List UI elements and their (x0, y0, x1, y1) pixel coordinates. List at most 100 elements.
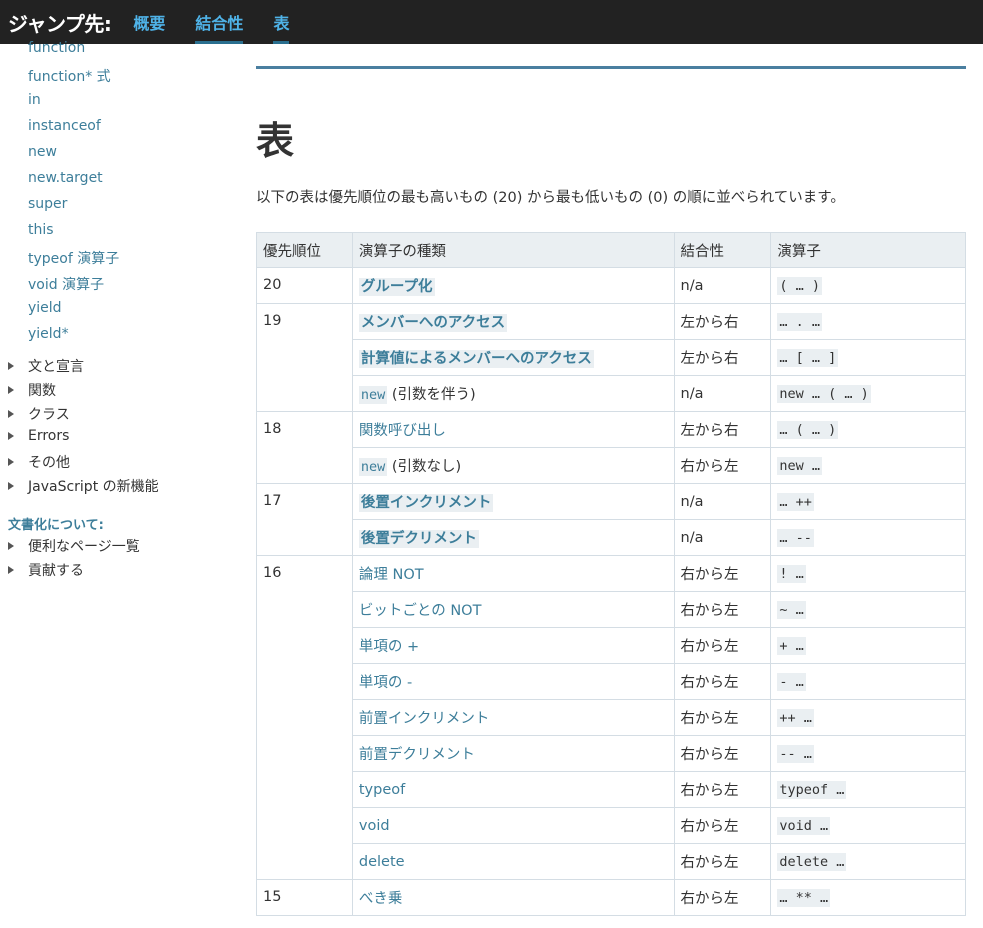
operator-code: void … (777, 816, 831, 835)
associativity-cell: 右から左 (673, 447, 772, 484)
sidebar-link-void[interactable]: void 演算子 (28, 274, 104, 294)
operator-type-cell: メンバーへのアクセス (351, 303, 675, 340)
sidebar-group-label: その他 (28, 455, 70, 471)
operator-type-link[interactable]: new (引数なし) (358, 458, 461, 476)
operator-type-link[interactable]: typeof (359, 782, 405, 798)
precedence-cell: 18 (256, 411, 353, 484)
operator-type-cell: 前置デクリメント (351, 735, 675, 772)
sidebar-group-misc[interactable]: その他 (8, 452, 70, 472)
sidebar-link-this[interactable]: this (28, 222, 54, 238)
table-row: 前置インクリメント 右から左 ++ … (257, 699, 966, 736)
operator-type-link[interactable]: 前置インクリメント (359, 711, 490, 727)
sidebar-group-label: クラス (28, 407, 70, 423)
jump-link-overview[interactable]: 概要 (133, 0, 165, 44)
operator-cell: … ( … ) (770, 411, 966, 448)
operator-type-link[interactable]: 単項の + (359, 639, 419, 655)
expand-triangle-icon (8, 432, 14, 440)
sidebar-group-functions[interactable]: 関数 (8, 380, 56, 400)
sidebar-link-yield[interactable]: yield (28, 300, 62, 316)
operator-code: … ( … ) (777, 420, 839, 439)
precedence-table: 優先順位 演算子の種類 結合性 演算子 20 グループ化 n/a ( … ) 1… (256, 232, 966, 916)
table-row: 19 メンバーへのアクセス 左から右 … . … (256, 303, 966, 412)
sidebar-link-instanceof[interactable]: instanceof (28, 118, 101, 134)
associativity-cell: n/a (673, 519, 772, 556)
operator-type-link[interactable]: delete (359, 854, 405, 870)
operator-code: ! … (777, 564, 806, 583)
sidebar-group-statements[interactable]: 文と宣言 (8, 356, 84, 376)
associativity-cell: 右から左 (673, 771, 772, 808)
sidebar-link-typeof[interactable]: typeof 演算子 (28, 248, 119, 268)
table-row: 20 グループ化 n/a ( … ) (256, 267, 966, 304)
operator-cell: ++ … (770, 699, 966, 736)
operator-type-link[interactable]: メンバーへのアクセス (358, 314, 508, 332)
sidebar-link-in[interactable]: in (28, 92, 41, 108)
table-row: new (引数なし) 右から左 new … (257, 447, 966, 484)
associativity-cell: 右から左 (673, 879, 772, 916)
sidebar-group-new-features[interactable]: JavaScript の新機能 (8, 476, 159, 496)
table-row: 単項の - 右から左 - … (257, 663, 966, 700)
operator-type-link[interactable]: ビットごとの NOT (359, 603, 482, 619)
operator-code: typeof … (777, 780, 847, 799)
associativity-cell: 右から左 (673, 699, 772, 736)
table-row: delete 右から左 delete … (257, 843, 966, 880)
table-row: ビットごとの NOT 右から左 ~ … (257, 591, 966, 628)
sidebar-link-new-target[interactable]: new.target (28, 170, 103, 186)
operator-type-cell: new (引数を伴う) (351, 375, 675, 412)
operator-cell: … -- (770, 519, 966, 556)
sidebar-group-errors[interactable]: Errors (8, 428, 69, 444)
operator-cell: ( … ) (770, 267, 966, 304)
sidebar-group-label: Errors (28, 428, 70, 444)
operator-cell: … . … (770, 303, 966, 340)
sidebar-link-function[interactable]: function (28, 40, 85, 56)
operator-type-cell: 後置インクリメント (351, 483, 675, 520)
operator-type-link[interactable]: 後置インクリメント (358, 494, 494, 512)
operator-type-code: new (358, 386, 388, 404)
operator-type-link[interactable]: new (引数を伴う) (358, 386, 476, 404)
operator-code: ++ … (777, 708, 814, 727)
sidebar-group-classes[interactable]: クラス (8, 404, 70, 424)
sidebar-link-super[interactable]: super (28, 196, 67, 212)
operator-type-link[interactable]: 前置デクリメント (359, 747, 475, 763)
table-row: 計算値によるメンバーへのアクセス 左から右 … [ … ] (257, 339, 966, 376)
operator-type-link[interactable]: 単項の - (359, 675, 412, 691)
operator-type-link[interactable]: 関数呼び出し (359, 423, 446, 439)
table-row: 後置デクリメント n/a … -- (257, 519, 966, 556)
expand-triangle-icon (8, 458, 14, 466)
sidebar-link-yield-star[interactable]: yield* (28, 326, 69, 342)
operator-type-link[interactable]: void (359, 818, 390, 834)
operator-type-link[interactable]: グループ化 (358, 278, 435, 296)
jump-link-table[interactable]: 表 (273, 0, 290, 44)
operator-type-link[interactable]: 計算値によるメンバーへのアクセス (358, 350, 594, 368)
associativity-cell: 右から左 (673, 591, 772, 628)
jump-link-associativity[interactable]: 結合性 (195, 0, 244, 44)
associativity-cell: 左から右 (673, 339, 772, 376)
column-header-operator-type: 演算子の種類 (351, 232, 675, 268)
operator-code: delete … (777, 852, 847, 871)
precedence-cell: 16 (256, 555, 353, 880)
operator-code: … [ … ] (777, 348, 839, 367)
sidebar-group-contribute[interactable]: 貢献する (8, 560, 84, 580)
section-divider (256, 66, 966, 69)
operator-cell: … ** … (770, 879, 966, 916)
operator-type-link[interactable]: 後置デクリメント (358, 530, 479, 548)
operator-code: … ** … (777, 888, 831, 907)
operator-code: new … (777, 456, 823, 475)
operator-cell: ~ … (770, 591, 966, 628)
operator-cell: void … (770, 807, 966, 844)
sidebar-group-useful-pages[interactable]: 便利なページ一覧 (8, 536, 140, 556)
sidebar-link-function-star[interactable]: function* 式 (28, 66, 111, 86)
column-header-operator: 演算子 (770, 232, 966, 268)
operator-code: ~ … (777, 600, 806, 619)
operator-cell: - … (770, 663, 966, 700)
operator-cell: new … ( … ) (770, 375, 966, 412)
operator-type-cell: new (引数なし) (351, 447, 675, 484)
sidebar-link-new[interactable]: new (28, 144, 57, 160)
operator-type-link[interactable]: 論理 NOT (359, 567, 424, 583)
table-row: new (引数を伴う) n/a new … ( … ) (257, 375, 966, 412)
operator-type-cell: 単項の + (351, 627, 675, 664)
operator-type-link[interactable]: べき乗 (359, 891, 403, 907)
operator-code: … ++ (777, 492, 814, 511)
operator-type-text: (引数を伴う) (387, 387, 476, 403)
expand-triangle-icon (8, 482, 14, 490)
column-header-precedence: 優先順位 (256, 232, 353, 268)
